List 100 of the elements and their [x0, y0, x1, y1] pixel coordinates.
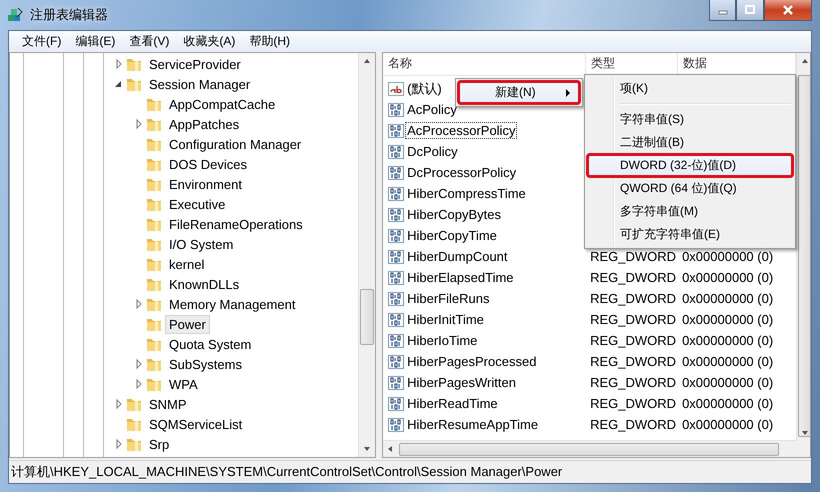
value-type: REG_DWORD — [590, 396, 676, 411]
value-name[interactable]: HiberPagesWritten — [405, 374, 518, 391]
value-type: REG_DWORD — [590, 333, 676, 348]
folder-icon — [146, 236, 162, 252]
value-data: 0x00000000 (0) — [682, 333, 774, 348]
value-name[interactable]: AcPolicy — [405, 101, 459, 118]
menu-item[interactable]: 新建(N) — [458, 81, 580, 104]
value-data: 0x00000000 (0) — [682, 396, 774, 411]
minimize-button[interactable] — [709, 0, 736, 21]
value-type: REG_DWORD — [590, 270, 676, 285]
binary-value-icon — [388, 164, 404, 180]
tree-item[interactable]: WPA — [165, 374, 202, 394]
binary-value-icon — [388, 102, 404, 118]
status-path: 计算机\HKEY_LOCAL_MACHINE\SYSTEM\CurrentControlSet\Control\Session Manager\Power — [11, 463, 562, 481]
tree-item[interactable]: Session Manager — [145, 74, 254, 94]
folder-icon — [146, 316, 162, 332]
tree-item[interactable]: FileRenameOperations — [165, 214, 307, 234]
binary-value-icon — [388, 354, 404, 370]
tree-item[interactable]: SubSystems — [165, 354, 246, 374]
folder-icon — [126, 436, 142, 452]
close-icon — [782, 5, 794, 15]
value-type: REG_DWORD — [590, 417, 676, 432]
tree-item[interactable]: Executive — [165, 194, 230, 214]
value-name[interactable]: HiberCopyTime — [405, 227, 499, 244]
value-name[interactable]: HiberDumpCount — [405, 248, 510, 265]
menu-item[interactable]: 帮助(H) — [242, 32, 297, 50]
registry-cubes-icon — [6, 6, 24, 24]
binary-value-icon — [388, 312, 404, 328]
tree-item[interactable]: kernel — [165, 254, 208, 274]
value-name[interactable]: HiberElapsedTime — [405, 269, 516, 286]
binary-value-icon — [388, 374, 404, 390]
binary-value-icon — [388, 248, 404, 264]
value-data: 0x00000000 (0) — [682, 249, 774, 264]
value-name[interactable]: HiberFileRuns — [405, 290, 492, 307]
close-button[interactable] — [764, 0, 812, 21]
binary-value-icon — [388, 332, 404, 348]
menu-item[interactable]: 多字符串值(M) — [587, 200, 793, 223]
folder-icon — [126, 396, 142, 412]
folder-icon — [146, 156, 162, 172]
value-type: REG_DWORD — [590, 249, 676, 264]
horizontal-scrollbar[interactable] — [383, 440, 810, 457]
tree-item[interactable]: SNMP — [145, 394, 191, 414]
folder-icon — [146, 136, 162, 152]
value-name[interactable]: DcProcessorPolicy — [405, 164, 518, 181]
binary-value-icon — [388, 186, 404, 202]
value-name[interactable]: HiberCompressTime — [405, 185, 528, 202]
tree-item[interactable]: ServiceProvider — [145, 54, 245, 74]
menu-item[interactable]: 字符串值(S) — [587, 108, 793, 131]
scrollbar-thumb[interactable] — [798, 75, 810, 437]
menu-item[interactable]: 收藏夹(A) — [176, 32, 242, 50]
menu-item[interactable]: 项(K) — [587, 77, 793, 100]
binary-value-icon — [388, 206, 404, 222]
menu-item[interactable]: 查看(V) — [122, 32, 176, 50]
value-data: 0x00000000 (0) — [682, 375, 774, 390]
folder-icon — [146, 216, 162, 232]
tree-item[interactable]: Quota System — [165, 334, 256, 354]
tree-item[interactable]: I/O System — [165, 234, 238, 254]
tree-item[interactable]: Environment — [165, 174, 246, 194]
value-name[interactable]: DcPolicy — [405, 143, 460, 160]
binary-value-icon — [388, 144, 404, 160]
binary-value-icon — [388, 228, 404, 244]
folder-icon — [126, 416, 142, 432]
tree-item[interactable]: SQMServiceList — [145, 414, 246, 434]
value-name[interactable]: HiberIoTime — [405, 332, 480, 349]
vertical-scrollbar[interactable] — [796, 53, 810, 441]
menu-item[interactable]: QWORD (64 位)值(Q) — [587, 177, 793, 200]
menu-item[interactable]: 文件(F) — [15, 32, 68, 50]
value-name[interactable]: HiberResumeAppTime — [405, 416, 540, 433]
tree-item[interactable]: AppCompatCache — [165, 94, 280, 114]
value-name[interactable]: HiberInitTime — [405, 311, 486, 328]
maximize-icon — [745, 5, 755, 15]
tree-item[interactable]: Srp — [145, 434, 174, 454]
maximize-button[interactable] — [736, 0, 764, 21]
string-value-icon — [388, 80, 404, 96]
tree-item[interactable]: Configuration Manager — [165, 134, 306, 154]
value-name[interactable]: (默认) — [405, 78, 444, 98]
scrollbar-thumb[interactable] — [399, 442, 780, 456]
value-name[interactable]: HiberPagesProcessed — [405, 353, 538, 370]
value-type: REG_DWORD — [590, 312, 676, 327]
menu-item[interactable]: 可扩充字符串值(E) — [587, 223, 793, 246]
value-name[interactable]: HiberReadTime — [405, 395, 500, 412]
folder-icon — [146, 356, 162, 372]
value-type: REG_DWORD — [590, 354, 676, 369]
menu-item[interactable]: 二进制值(B) — [587, 131, 793, 154]
tree-item[interactable]: Power — [165, 314, 210, 334]
tree-item[interactable]: Memory Management — [165, 294, 300, 314]
scrollbar-thumb[interactable] — [360, 289, 374, 345]
value-name[interactable]: HiberCopyBytes — [405, 206, 504, 223]
value-name[interactable]: AcProcessorPolicy — [405, 122, 518, 139]
tree-item[interactable]: DOS Devices — [165, 154, 252, 174]
folder-icon — [146, 96, 162, 112]
folder-icon — [126, 76, 142, 92]
binary-value-icon — [388, 122, 404, 138]
value-data: 0x00000000 (0) — [682, 270, 774, 285]
menu-item[interactable]: 编辑(E) — [68, 32, 122, 50]
tree-item[interactable]: AppPatches — [165, 114, 244, 134]
menu-item[interactable]: DWORD (32-位)值(D) — [587, 154, 793, 177]
tree-item[interactable]: KnownDLLs — [165, 274, 244, 294]
vertical-scrollbar[interactable] — [358, 53, 376, 457]
folder-icon — [146, 116, 162, 132]
